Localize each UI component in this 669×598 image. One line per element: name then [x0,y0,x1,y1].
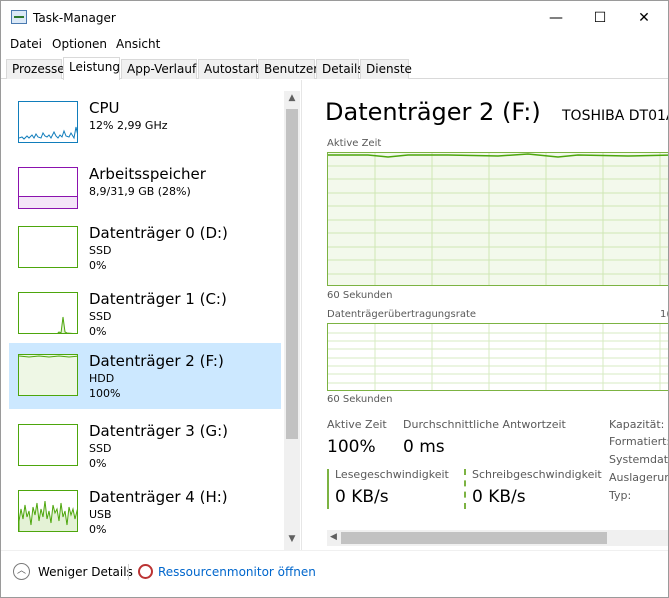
device-name-disk-1: Datenträger 1 (C:) [89,290,227,308]
resource-monitor-icon[interactable] [138,564,153,579]
graph-transfer-rate-max: 1( [660,309,668,320]
tab-benutzer[interactable]: Benutzer [258,59,318,79]
disk-3-thumbnail-graph [18,424,78,466]
device-type-disk-1: SSD [89,310,112,323]
prop-capacity-label: Kapazität: [609,418,665,431]
menu-datei[interactable]: Datei [10,37,42,51]
device-detail-cpu: 12% 2,99 GHz [89,119,168,132]
disk-4-thumbnail-graph [18,490,78,532]
detail-horizontal-scrollbar[interactable]: ◀ [327,530,668,546]
task-manager-icon [11,10,27,24]
tab-leistung[interactable]: Leistung [63,57,120,80]
device-type-disk-0: SSD [89,244,112,257]
write-speed-value: 0 KB/s [472,487,526,507]
menu-bar: Datei Optionen Ansicht [1,35,668,55]
disk-2-thumbnail-graph [18,354,78,396]
tab-strip: Prozesse Leistung App-Verlauf Autostart … [1,57,668,80]
tab-autostart[interactable]: Autostart [198,59,260,79]
active-time-graph [327,152,668,286]
device-item-disk-3[interactable]: Datenträger 3 (G:) SSD 0% [9,413,281,479]
pane-splitter[interactable] [301,80,302,550]
disk-0-thumbnail-graph [18,226,78,268]
memory-thumbnail-graph [18,167,78,209]
device-name-disk-2: Datenträger 2 (F:) [89,352,224,370]
device-name-disk-4: Datenträger 4 (H:) [89,488,228,506]
footer-separator [128,564,129,580]
task-manager-window: Task-Manager — ☐ ✕ Datei Optionen Ansich… [0,0,669,598]
chevron-up-icon[interactable]: ︿ [13,563,30,580]
device-name-memory: Arbeitsspeicher [89,165,206,183]
device-usage-disk-4: 0% [89,523,107,536]
horizontal-scrollbar-thumb[interactable] [341,532,607,544]
transfer-rate-graph [327,323,668,391]
prop-formatted-label: Formatiert: [609,435,669,448]
less-details-link[interactable]: Weniger Details [38,565,133,579]
prop-type-label: Typ: [609,489,632,502]
minimize-button[interactable]: — [533,1,579,35]
title-bar[interactable]: Task-Manager — ☐ ✕ [1,1,668,35]
disk-detail-panel: Datenträger 2 (F:) TOSHIBA DT01A Aktive … [303,80,669,550]
device-name-disk-3: Datenträger 3 (G:) [89,422,228,440]
scroll-left-arrow-icon[interactable]: ◀ [330,532,337,542]
graph-transfer-rate-duration: 60 Sekunden [327,394,393,405]
menu-ansicht[interactable]: Ansicht [116,37,160,51]
device-list-scrollbar[interactable]: ▲ ▼ [284,91,300,550]
read-speed-value: 0 KB/s [335,487,389,507]
graph-active-time-duration: 60 Sekunden [327,290,393,301]
read-speed-indicator [327,469,329,509]
scroll-up-arrow-icon[interactable]: ▲ [284,93,300,107]
device-item-memory[interactable]: Arbeitsspeicher 8,9/31,9 GB (28%) [9,156,281,222]
tab-details[interactable]: Details [316,59,364,79]
resource-monitor-link[interactable]: Ressourcenmonitor öffnen [158,565,316,579]
maximize-button[interactable]: ☐ [577,1,623,35]
write-speed-indicator [464,469,466,509]
scrollbar-thumb[interactable] [286,109,298,439]
response-time-value: 0 ms [403,437,445,457]
device-type-disk-4: USB [89,508,112,521]
disk-1-thumbnail-graph [18,292,78,334]
write-speed-label: Schreibgeschwindigkeit [472,468,602,481]
read-speed-label: Lesegeschwindigkeit [335,468,449,481]
device-item-disk-2[interactable]: Datenträger 2 (F:) HDD 100% [9,343,281,409]
detail-title: Datenträger 2 (F:) [325,98,541,126]
tab-prozesse[interactable]: Prozesse [6,59,65,79]
device-type-disk-3: SSD [89,442,112,455]
device-name-cpu: CPU [89,99,120,117]
prop-pagefile-label: Auslagerun [609,471,669,484]
footer-bar: ︿ Weniger Details Ressourcenmonitor öffn… [1,550,668,597]
device-usage-disk-3: 0% [89,457,107,470]
device-detail-memory: 8,9/31,9 GB (28%) [89,185,191,198]
device-usage-disk-2: 100% [89,387,121,400]
prop-system-disk-label: Systemdate [609,453,669,466]
graph-transfer-rate-label: Datenträgerübertragungsrate [327,309,477,320]
device-item-disk-0[interactable]: Datenträger 0 (D:) SSD 0% [9,215,281,281]
detail-model: TOSHIBA DT01A [562,108,669,124]
menu-optionen[interactable]: Optionen [52,37,107,51]
device-item-disk-1[interactable]: Datenträger 1 (C:) SSD 0% [9,281,281,347]
window-title: Task-Manager [33,11,116,25]
tab-app-verlauf[interactable]: App-Verlauf [121,59,197,79]
graph-active-time-label: Aktive Zeit [327,138,382,149]
response-time-label: Durchschnittliche Antwortzeit [403,418,566,431]
device-list: CPU 12% 2,99 GHz Arbeitsspeicher 8,9/31,… [2,80,300,550]
device-item-disk-4[interactable]: Datenträger 4 (H:) USB 0% [9,479,281,545]
device-usage-disk-0: 0% [89,259,107,272]
device-type-disk-2: HDD [89,372,115,385]
scroll-down-arrow-icon[interactable]: ▼ [284,534,300,548]
device-name-disk-0: Datenträger 0 (D:) [89,224,228,242]
active-time-graph-grid [328,153,668,285]
device-item-cpu[interactable]: CPU 12% 2,99 GHz [9,90,281,156]
cpu-thumbnail-graph [18,101,78,143]
active-time-stat-value: 100% [327,437,376,457]
device-usage-disk-1: 0% [89,325,107,338]
tab-dienste[interactable]: Dienste [360,59,412,79]
transfer-rate-graph-grid [328,324,668,390]
active-time-stat-label: Aktive Zeit [327,418,387,431]
close-button[interactable]: ✕ [621,1,667,35]
